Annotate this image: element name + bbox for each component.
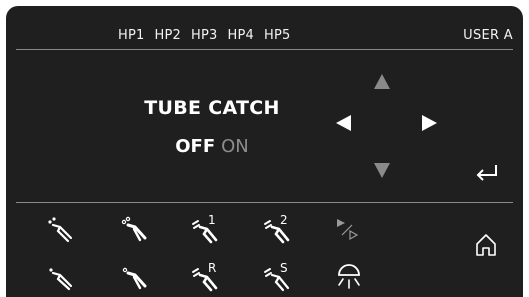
header-divider [16,49,513,50]
user-label[interactable]: USER A [463,28,513,43]
tab-hp1[interactable]: HP1 [118,28,145,43]
handpiece-s-label: S [280,261,288,275]
handpiece-s-icon[interactable]: S [261,261,295,293]
on-option[interactable]: ON [221,136,249,157]
enter-icon[interactable] [472,162,502,186]
arrow-right-button[interactable] [422,115,437,131]
handpiece-2-icon[interactable]: 2 [261,213,295,245]
control-panel-screen: HP1 HP2 HP3 HP4 HP5 USER A TUBE CATCH OF… [6,6,523,297]
handpiece-1-icon[interactable]: 1 [189,213,223,245]
tab-hp4[interactable]: HP4 [228,28,255,43]
handpiece-2-label: 2 [280,213,288,227]
handpiece-r-label: R [208,261,216,275]
tab-hp5[interactable]: HP5 [264,28,291,43]
handpiece-scaler-icon[interactable] [44,261,78,293]
curing-light-icon[interactable] [332,261,366,293]
arrow-left-button[interactable] [336,115,351,131]
handpiece-1-label: 1 [208,213,216,227]
tab-hp2[interactable]: HP2 [155,28,182,43]
handpiece-micromotor-icon[interactable] [118,213,152,245]
home-icon[interactable] [474,232,498,258]
on-off-toggle: OFF ON [112,136,312,157]
off-option[interactable]: OFF [175,136,215,157]
handpiece-r-icon[interactable]: R [189,261,223,293]
play-next-icon[interactable] [332,213,366,245]
arrow-up-button[interactable] [374,74,390,89]
toolbar-divider [16,202,513,203]
handpiece-motor-icon[interactable] [118,261,152,293]
tab-hp3[interactable]: HP3 [191,28,218,43]
handpiece-turbine-icon[interactable] [44,213,78,245]
arrow-down-button[interactable] [374,163,390,178]
hp-tab-bar: HP1 HP2 HP3 HP4 HP5 [118,28,301,43]
setting-title: TUBE CATCH [144,97,280,119]
